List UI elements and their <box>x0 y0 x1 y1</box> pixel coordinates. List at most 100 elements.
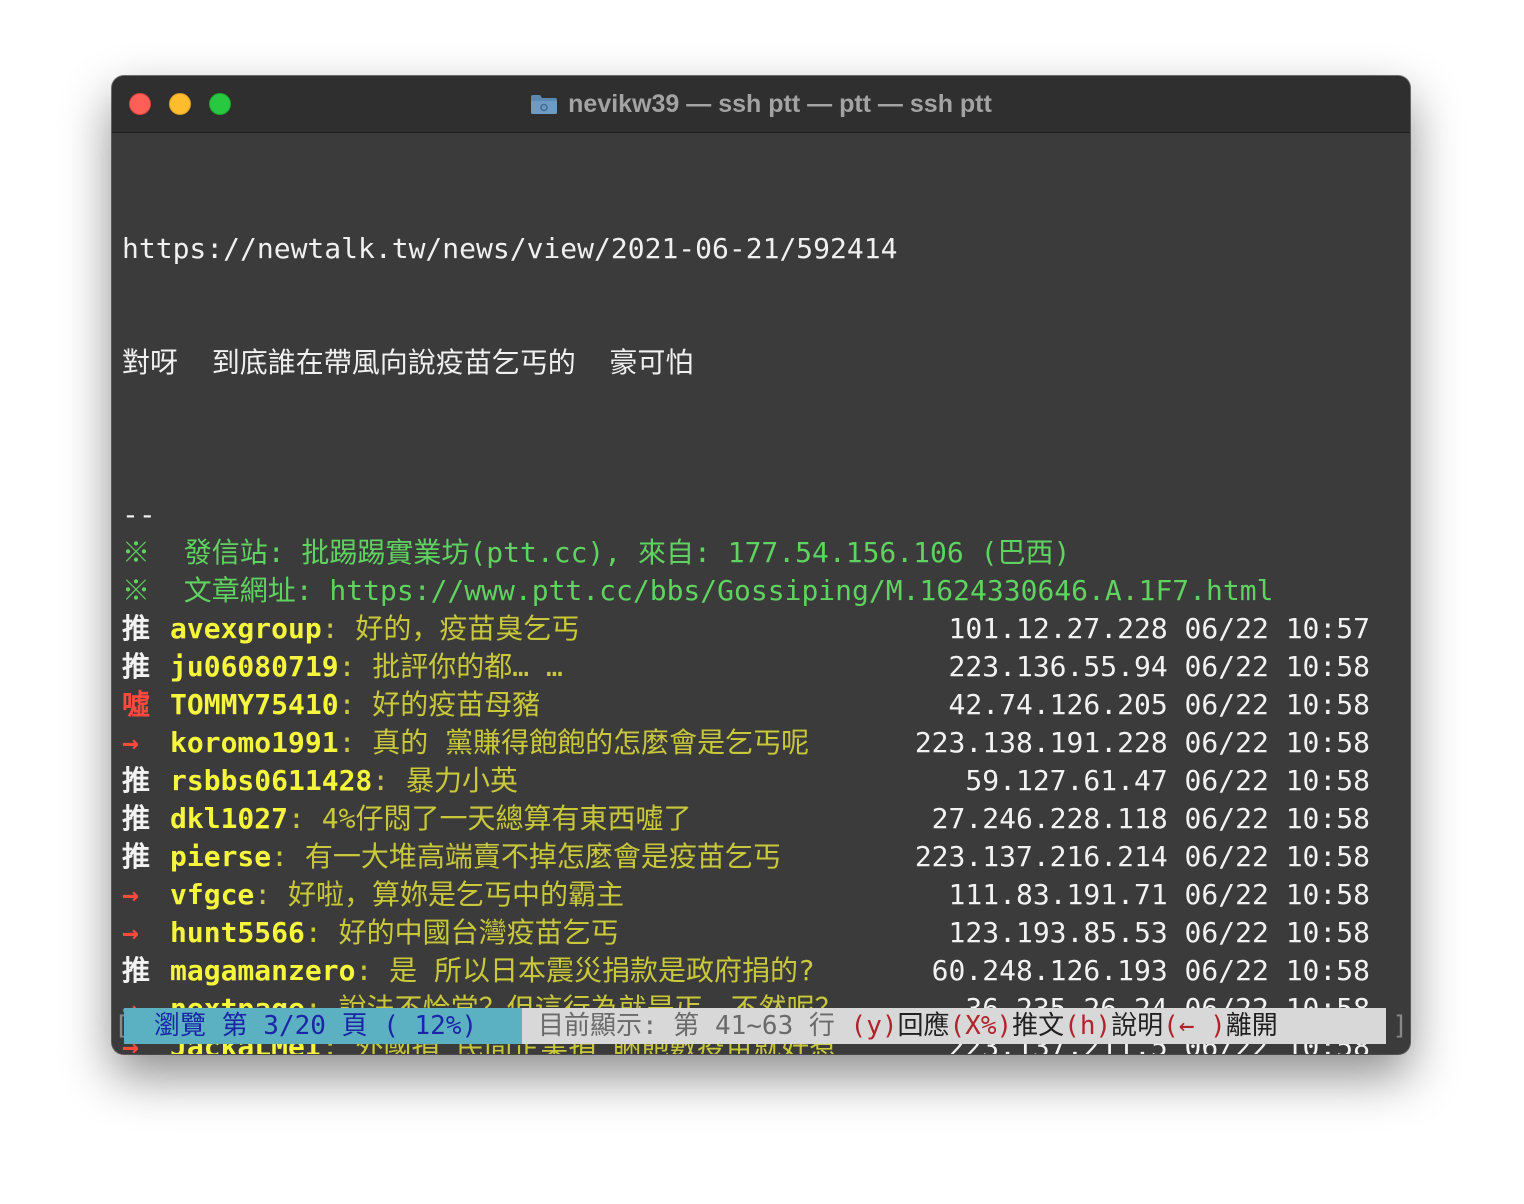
push-meta: 111.83.191.71 06/22 10:58 <box>949 876 1370 914</box>
push-row: 推 dkl1027: 4%仔悶了一天總算有東西噓了 27.246.228.118 0… <box>122 800 1410 838</box>
push-time: 10:58 <box>1285 916 1370 949</box>
status-help: 目前顯示: 第 41~63 行 (y)回應(X%)推文(h)說明(← )離開 <box>522 1008 1386 1044</box>
push-time: 10:58 <box>1285 840 1370 873</box>
terminal-window: nevikw39 — ssh ptt — ptt — ssh ptt https… <box>112 76 1410 1054</box>
push-row: 噓 TOMMY75410: 好的疫苗母豬 42.74.126.205 06/22 1… <box>122 686 1410 724</box>
push-user-id: TOMMY75410 <box>170 688 339 721</box>
article-body-line: 對呀 到底誰在帶風向說疫苗乞丐的 豪可怕 <box>122 346 694 379</box>
push-message: : 好啦，算妳是乞丐中的霸主 <box>254 878 625 911</box>
push-message: : 好的中國台灣疫苗乞丐 <box>304 916 619 949</box>
push-date: 06/22 <box>1184 612 1269 645</box>
terminal-content[interactable]: https://newtalk.tw/news/view/2021-06-21/… <box>112 133 1410 1054</box>
push-row: → hunt5566: 好的中國台灣疫苗乞丐 123.193.85.53 06/22… <box>122 914 1410 952</box>
push-tag: 推 <box>122 802 151 835</box>
push-ip: 123.193.85.53 <box>948 916 1168 949</box>
reply-key[interactable]: (y) <box>851 1011 898 1041</box>
signature-separator: -- <box>122 498 156 531</box>
title-container: nevikw39 — ssh ptt — ptt — ssh ptt <box>112 76 1410 132</box>
push-ip: 60.248.126.193 <box>931 954 1168 987</box>
push-meta: 42.74.126.205 06/22 10:58 <box>949 686 1370 724</box>
title-bar[interactable]: nevikw39 — ssh ptt — ptt — ssh ptt <box>112 76 1410 133</box>
leave-key[interactable]: (← ) <box>1163 1011 1226 1041</box>
push-date: 06/22 <box>1184 650 1269 683</box>
push-tag: 推 <box>122 954 151 987</box>
push-user-id: rsbbs0611428 <box>170 764 373 797</box>
push-row: → vfgce: 好啦，算妳是乞丐中的霸主 111.83.191.71 06/22 … <box>122 876 1410 914</box>
boo-tag: 噓 <box>122 688 151 721</box>
push-row: 推 rsbbs0611428: 暴力小英 59.127.61.47 06/22 10… <box>122 762 1410 800</box>
push-message: : 好的，疫苗臭乞丐 <box>321 612 580 645</box>
folder-icon <box>530 93 558 115</box>
help-key[interactable]: (h) <box>1064 1011 1111 1041</box>
help-label[interactable]: 說明 <box>1111 1011 1163 1041</box>
push-row: 推 magamanzero: 是 所以日本震災捐款是政府捐的? 60.248.126… <box>122 952 1410 990</box>
push-time: 10:58 <box>1285 726 1370 759</box>
status-bar: [ 瀏覽 第 3/20 頁 ( 12%) 目前顯示: 第 41~63 行 (y)… <box>112 1008 1410 1044</box>
push-time: 10:57 <box>1285 612 1370 645</box>
push-tag: 推 <box>122 612 151 645</box>
push-user-id: koromo1991 <box>170 726 339 759</box>
push-meta: 60.248.126.193 06/22 10:58 <box>932 952 1370 990</box>
push-user-id: vfgce <box>170 878 255 911</box>
push-date: 06/22 <box>1184 802 1269 835</box>
article-link-line: ※ 文章網址: https://www.ptt.cc/bbs/Gossiping… <box>122 574 1274 607</box>
push-meta: 223.136.55.94 06/22 10:58 <box>949 648 1370 686</box>
push-row: 推 ju06080719: 批評你的都… … 223.136.55.94 06/22… <box>122 648 1410 686</box>
push-meta: 123.193.85.53 06/22 10:58 <box>949 914 1370 952</box>
push-meta: 223.138.191.228 06/22 10:58 <box>915 724 1370 762</box>
push-date: 06/22 <box>1184 840 1269 873</box>
push-meta: 27.246.228.118 06/22 10:58 <box>932 800 1370 838</box>
status-right-bracket: ] <box>1392 1011 1408 1041</box>
push-time: 10:58 <box>1285 650 1370 683</box>
push-message: : 批評你的都… … <box>338 650 563 683</box>
push-message: : 真的 黨賺得飽飽的怎麼會是乞丐呢 <box>338 726 810 759</box>
push-tag: 推 <box>122 764 151 797</box>
reply-label[interactable]: 回應 <box>898 1011 950 1041</box>
push-message: : 暴力小英 <box>372 764 519 797</box>
line-range: 目前顯示: 第 41~63 行 <box>538 1011 835 1041</box>
push-ip: 59.127.61.47 <box>965 764 1168 797</box>
push-user-id: dkl1027 <box>170 802 289 835</box>
push-meta: 223.137.216.214 06/22 10:58 <box>915 838 1370 876</box>
push-ip: 223.138.191.228 <box>914 726 1168 759</box>
push-tag: 推 <box>122 650 151 683</box>
push-meta: 101.12.27.228 06/22 10:57 <box>949 610 1370 648</box>
push-message: : 有一大堆高端賣不掉怎麼會是疫苗乞丐 <box>271 840 781 873</box>
leave-label[interactable]: 離開 <box>1226 1011 1278 1041</box>
push-row: 推 avexgroup: 好的，疫苗臭乞丐 101.12.27.228 06/22 … <box>122 610 1410 648</box>
push-date: 06/22 <box>1184 688 1269 721</box>
push-message: : 好的疫苗母豬 <box>338 688 541 721</box>
push-time: 10:58 <box>1285 878 1370 911</box>
push-label[interactable]: 推文 <box>1012 1011 1064 1041</box>
push-user-id: magamanzero <box>170 954 356 987</box>
push-date: 06/22 <box>1184 954 1269 987</box>
push-user-id: pierse <box>170 840 272 873</box>
push-row: → koromo1991: 真的 黨賺得飽飽的怎麼會是乞丐呢 223.138.191… <box>122 724 1410 762</box>
push-key[interactable]: (X%) <box>950 1011 1013 1041</box>
article-url-line: https://newtalk.tw/news/view/2021-06-21/… <box>122 232 898 265</box>
push-time: 10:58 <box>1285 688 1370 721</box>
push-message: : 4%仔悶了一天總算有東西噓了 <box>288 802 692 835</box>
push-user-id: hunt5566 <box>170 916 305 949</box>
arrow-tag: → <box>122 878 139 911</box>
push-time: 10:58 <box>1285 954 1370 987</box>
push-user-id: avexgroup <box>170 612 322 645</box>
push-row: 推 pierse: 有一大堆高端賣不掉怎麼會是疫苗乞丐 223.137.216.21… <box>122 838 1410 876</box>
push-date: 06/22 <box>1184 764 1269 797</box>
push-date: 06/22 <box>1184 726 1269 759</box>
push-time: 10:58 <box>1285 764 1370 797</box>
arrow-tag: → <box>122 916 139 949</box>
push-message: : 是 所以日本震災捐款是政府捐的? <box>355 954 815 987</box>
push-time: 10:58 <box>1285 802 1370 835</box>
push-user-id: ju06080719 <box>170 650 339 683</box>
browse-progress: 瀏覽 第 3/20 頁 ( 12%) <box>124 1008 522 1044</box>
push-ip: 223.137.216.214 <box>914 840 1168 873</box>
push-date: 06/22 <box>1184 916 1269 949</box>
push-meta: 59.127.61.47 06/22 10:58 <box>965 762 1370 800</box>
window-title: nevikw39 — ssh ptt — ptt — ssh ptt <box>568 89 992 118</box>
push-tag: 推 <box>122 840 151 873</box>
push-ip: 111.83.191.71 <box>948 878 1168 911</box>
push-ip: 101.12.27.228 <box>948 612 1168 645</box>
push-date: 06/22 <box>1184 878 1269 911</box>
push-ip: 223.136.55.94 <box>948 650 1168 683</box>
